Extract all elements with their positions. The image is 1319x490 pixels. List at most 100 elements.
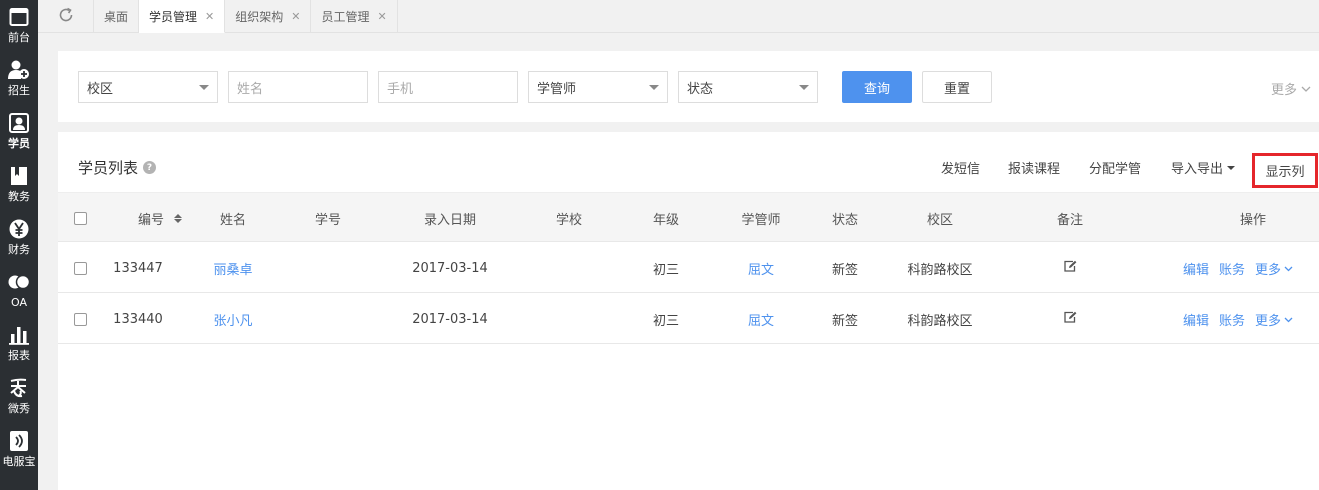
import-export-dropdown[interactable]: 导入导出 (1171, 158, 1236, 177)
sidebar-item-finance[interactable]: 财务 (0, 212, 38, 265)
cell-grade: 初三 (652, 313, 679, 329)
row-checkbox[interactable] (72, 294, 88, 344)
student-name-link[interactable]: 丽桑卓 (198, 243, 268, 293)
name-input[interactable]: 姓名 (228, 71, 368, 103)
sidebar-item-label: OA (11, 296, 27, 309)
column-header-status: 状态 (831, 212, 858, 228)
row-checkbox[interactable] (72, 243, 88, 293)
column-header-id[interactable]: 编号 (110, 193, 210, 243)
close-icon[interactable]: ✕ (291, 10, 300, 23)
query-button[interactable]: 查询 (842, 71, 912, 103)
cell-id: 133440 (113, 311, 163, 327)
close-icon[interactable]: ✕ (205, 10, 214, 23)
select-all-checkbox[interactable] (72, 193, 88, 243)
name-input-placeholder: 姓名 (237, 81, 264, 97)
list-title: 学员列表 ? (78, 157, 157, 178)
tab-bar: 桌面 学员管理 ✕ 组织架构 ✕ 员工管理 ✕ (38, 0, 1319, 33)
speaker-icon (8, 428, 30, 454)
reset-button[interactable]: 重置 (922, 71, 992, 103)
sort-icon[interactable] (174, 213, 182, 223)
cell-status: 新签 (831, 313, 858, 329)
manager-link[interactable]: 屈文 (726, 243, 796, 293)
refresh-icon (58, 7, 74, 27)
more-label: 更多 (1255, 313, 1282, 329)
chevron-down-icon (1284, 312, 1293, 327)
sidebar-item-label: 教务 (8, 190, 30, 203)
cell-grade: 初三 (652, 262, 679, 278)
sidebar-item-weixiu[interactable]: 微秀 (0, 371, 38, 424)
tab-label: 桌面 (104, 10, 129, 24)
cell-campus: 科韵路校区 (907, 313, 973, 329)
table-header: 编号 姓名 学号 录入日期 学校 年级 学管师 状态 校区 备注 操作 (58, 192, 1319, 242)
refresh-button[interactable] (38, 0, 94, 33)
sidebar-item-reports[interactable]: 报表 (0, 318, 38, 371)
column-header-manager: 学管师 (741, 212, 781, 228)
tab-label: 员工管理 (321, 10, 370, 24)
oa-icon (8, 269, 30, 295)
cell-campus: 科韵路校区 (907, 262, 973, 278)
student-name-link[interactable]: 张小凡 (198, 294, 268, 344)
tab-desktop[interactable]: 桌面 (94, 0, 140, 33)
chevron-down-icon (1301, 81, 1311, 96)
manager-select[interactable]: 学管师 (528, 71, 668, 103)
column-header-school: 学校 (555, 212, 582, 228)
caret-down-icon (799, 84, 809, 90)
sidebar-item-label: 电服宝 (2, 455, 36, 468)
sidebar-item-academic[interactable]: 教务 (0, 159, 38, 212)
campus-select-value: 校区 (87, 81, 114, 97)
account-link[interactable]: 账务 (1219, 310, 1245, 329)
tab-student-management[interactable]: 学员管理 ✕ (139, 0, 226, 33)
sidebar-item-enroll[interactable]: 招生 (0, 53, 38, 106)
edit-note-icon (1063, 260, 1077, 276)
enroll-course-button[interactable]: 报读课程 (1008, 158, 1060, 177)
table-row: 133447 丽桑卓 2017-03-14 初三 屈文 新签 科韵路校区 编辑 … (58, 243, 1319, 293)
more-filters-link[interactable]: 更多 (1271, 79, 1311, 98)
sidebar-item-frontdesk[interactable]: 前台 (0, 0, 38, 53)
more-dropdown[interactable]: 更多 (1255, 259, 1293, 278)
row-operations: 编辑 账务 更多 (1173, 294, 1303, 344)
sidebar-item-oa[interactable]: OA (0, 265, 38, 318)
table-row: 133440 张小凡 2017-03-14 初三 屈文 新签 科韵路校区 编辑 … (58, 294, 1319, 344)
yen-icon (8, 216, 30, 242)
checkbox-box (73, 261, 87, 275)
xiu-icon (8, 375, 30, 401)
manager-select-value: 学管师 (537, 81, 577, 97)
tab-org-structure[interactable]: 组织架构 ✕ (225, 0, 312, 33)
sidebar-item-label: 财务 (8, 243, 30, 256)
show-columns-button[interactable]: 显示列 (1252, 153, 1318, 188)
manager-link[interactable]: 屈文 (726, 294, 796, 344)
column-header-student-no: 学号 (314, 212, 341, 228)
edit-remark-button[interactable] (1040, 294, 1100, 344)
student-icon (8, 110, 30, 136)
sidebar-item-students[interactable]: 学员 (0, 106, 38, 159)
row-operations: 编辑 账务 更多 (1173, 243, 1303, 293)
edit-link[interactable]: 编辑 (1183, 259, 1209, 278)
caret-down-icon (1227, 165, 1236, 170)
column-header-operations: 操作 (1239, 212, 1266, 228)
send-sms-button[interactable]: 发短信 (941, 158, 980, 177)
close-icon[interactable]: ✕ (378, 10, 387, 23)
caret-down-icon (199, 84, 209, 90)
column-header-name: 姓名 (219, 212, 246, 228)
sidebar-item-label: 前台 (8, 31, 30, 44)
checkbox-box (73, 211, 87, 225)
tab-label: 组织架构 (235, 10, 284, 24)
cell-school (539, 294, 599, 344)
edit-link[interactable]: 编辑 (1183, 310, 1209, 329)
sidebar: 前台 招生 学员 教务 财务 OA 报表 微秀 电服宝 (0, 0, 38, 490)
cell-student-no (298, 294, 358, 344)
import-export-label: 导入导出 (1171, 162, 1224, 177)
caret-down-icon (649, 84, 659, 90)
assign-manager-button[interactable]: 分配学管 (1089, 158, 1141, 177)
help-icon[interactable]: ? (143, 161, 157, 174)
more-dropdown[interactable]: 更多 (1255, 310, 1293, 329)
cell-student-no (298, 243, 358, 293)
tab-staff-management[interactable]: 员工管理 ✕ (311, 0, 398, 33)
phone-input[interactable]: 手机 (378, 71, 518, 103)
account-link[interactable]: 账务 (1219, 259, 1245, 278)
edit-remark-button[interactable] (1040, 243, 1100, 293)
sidebar-item-dianfubao[interactable]: 电服宝 (0, 424, 38, 477)
column-header-grade: 年级 (652, 212, 679, 228)
campus-select[interactable]: 校区 (78, 71, 218, 103)
status-select[interactable]: 状态 (678, 71, 818, 103)
